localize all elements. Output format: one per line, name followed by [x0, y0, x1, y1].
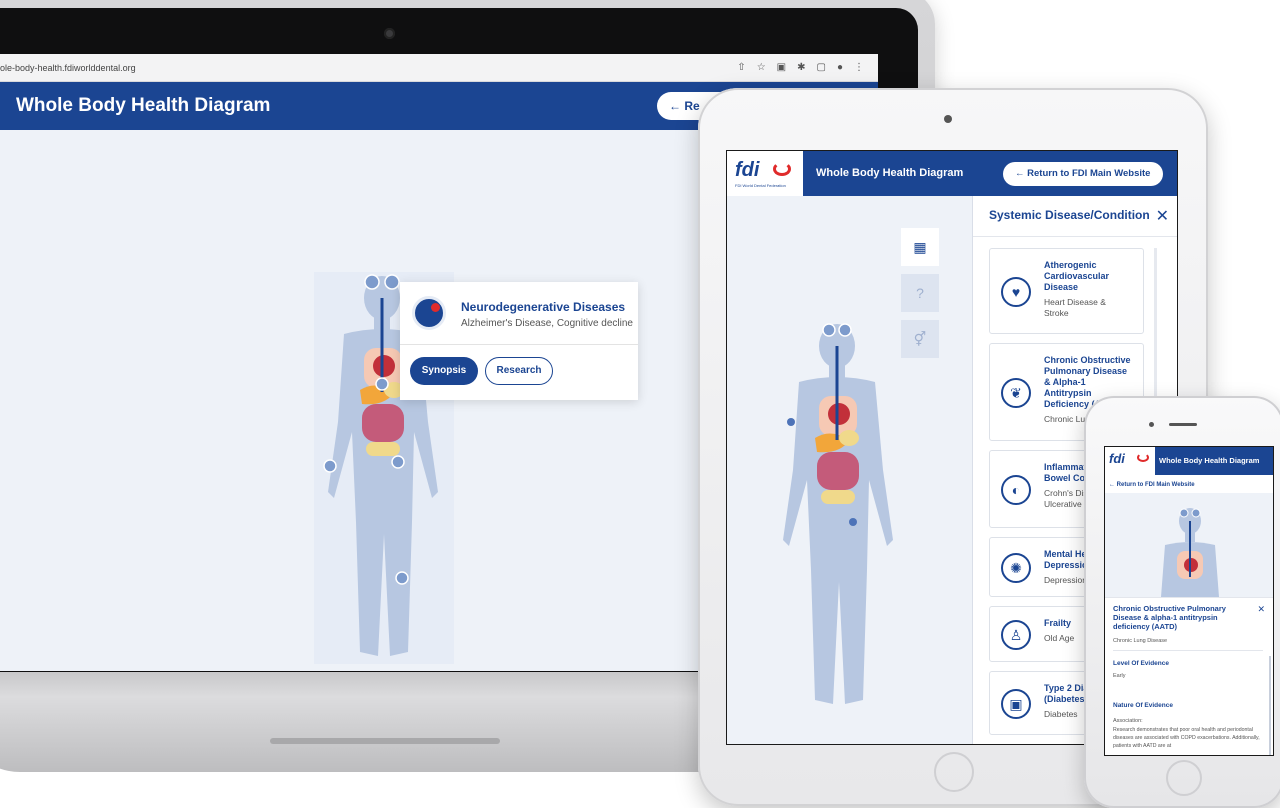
- close-icon[interactable]: ✕: [1257, 604, 1265, 615]
- logo-text: fdi: [735, 159, 760, 181]
- browser-address-bar[interactable]: ole-body-health.fdiworlddental.org ⇧ ☆ ▣…: [0, 54, 878, 82]
- logo-swoosh-icon: [773, 162, 791, 176]
- extension-icon[interactable]: ▣: [777, 62, 786, 73]
- logo-subtitle: FDI World Dental Federation: [735, 183, 786, 188]
- arm-marker[interactable]: [323, 459, 337, 473]
- elderly-icon: ♙: [1001, 620, 1031, 650]
- laptop-camera: [384, 28, 395, 39]
- phone-screen: fdi Whole Body Health Diagram ← Return t…: [1104, 446, 1274, 756]
- head-marker-right[interactable]: [1191, 508, 1201, 518]
- tablet-body-diagram[interactable]: [771, 316, 901, 745]
- more-menu-icon[interactable]: ⋮: [854, 62, 864, 73]
- stomach-icon: ◐: [1001, 475, 1031, 505]
- table-icon[interactable]: ▦: [901, 228, 939, 266]
- fdi-logo[interactable]: fdi FDI World Dental Federation: [727, 151, 803, 196]
- popup-subtitle: Alzheimer's Disease, Cognitive decline: [461, 318, 633, 329]
- leg-marker[interactable]: [395, 571, 409, 585]
- phone-camera: [1149, 422, 1154, 427]
- tablet-tool-rail: ▦ ? ⚥: [901, 228, 939, 366]
- bladder-organ[interactable]: [821, 490, 855, 504]
- condition-card[interactable]: ♥ Atherogenic Cardiovascular Disease Heart D…: [989, 248, 1144, 334]
- level-of-evidence-value: Early: [1113, 673, 1126, 679]
- return-to-main-link[interactable]: ← Return to FDI Main Website: [1109, 482, 1195, 488]
- help-icon[interactable]: ?: [901, 274, 939, 312]
- phone-page-title: Whole Body Health Diagram: [1159, 456, 1260, 465]
- popup-divider: [400, 344, 638, 345]
- nature-of-evidence-label: Association:: [1113, 718, 1143, 724]
- organ-marker[interactable]: [391, 455, 405, 469]
- puzzle-icon[interactable]: ✱: [797, 62, 805, 73]
- condition-card-subtitle: Heart Disease & Stroke: [1044, 297, 1106, 318]
- brain-icon: ✺: [1001, 553, 1031, 583]
- phone-speaker: [1169, 423, 1197, 426]
- sidebar-icon[interactable]: ▢: [817, 62, 826, 73]
- synopsis-button[interactable]: Synopsis: [410, 357, 478, 385]
- browser-toolbar: ⇧ ☆ ▣ ✱ ▢ ● ⋮: [737, 62, 864, 73]
- detail-scrollbar[interactable]: [1269, 656, 1271, 755]
- phone-body-diagram[interactable]: [1155, 507, 1225, 597]
- lungs-icon: ❦: [1001, 378, 1031, 408]
- tablet-camera: [944, 115, 952, 123]
- head-marker-left[interactable]: [822, 323, 836, 337]
- gender-icon[interactable]: ⚥: [901, 320, 939, 358]
- glucose-meter-icon: ▣: [1001, 689, 1031, 719]
- condition-card-title: Atherogenic Cardiovascular Disease: [1044, 260, 1110, 292]
- phone-detail-panel: Chronic Obstructive Pulmonary Disease & …: [1105, 597, 1273, 755]
- intestines-organ[interactable]: [817, 452, 859, 490]
- detail-title: Chronic Obstructive Pulmonary Disease & …: [1113, 604, 1226, 631]
- phone-home-button[interactable]: [1166, 760, 1202, 796]
- nature-of-evidence-heading: Nature Of Evidence: [1113, 702, 1173, 709]
- head-marker-left[interactable]: [1179, 508, 1189, 518]
- tablet-page-title: Whole Body Health Diagram: [816, 167, 964, 179]
- detail-subtitle: Chronic Lung Disease: [1113, 638, 1168, 644]
- bladder-organ[interactable]: [366, 442, 400, 456]
- organ-marker[interactable]: [375, 377, 389, 391]
- share-icon[interactable]: ⇧: [737, 62, 745, 73]
- nature-of-evidence-text: Research demonstrates that poor oral hea…: [1113, 727, 1260, 749]
- page-title: Whole Body Health Diagram: [16, 95, 271, 116]
- return-to-main-button[interactable]: ← Return to FDI Main Website: [1003, 162, 1163, 186]
- browser-url[interactable]: ole-body-health.fdiworlddental.org: [0, 63, 136, 73]
- heart-organ[interactable]: [373, 355, 395, 377]
- condition-popup: Neurodegenerative Diseases Alzheimer's D…: [400, 282, 638, 400]
- heart-icon: ♥: [1001, 277, 1031, 307]
- bookmark-star-icon[interactable]: ☆: [757, 62, 766, 73]
- head-marker-right[interactable]: [384, 274, 400, 290]
- intestines-organ[interactable]: [362, 404, 404, 442]
- logo-text: fdi: [1109, 451, 1125, 466]
- panel-divider: [973, 236, 1177, 237]
- leg-marker[interactable]: [849, 518, 857, 526]
- tablet-app-header: fdi FDI World Dental Federation Whole Bo…: [727, 151, 1177, 196]
- tablet-home-button[interactable]: [934, 752, 974, 792]
- research-button[interactable]: Research: [485, 357, 553, 385]
- laptop-hinge-notch: [270, 738, 500, 744]
- stomach-organ[interactable]: [839, 430, 859, 446]
- profile-icon[interactable]: ●: [837, 62, 843, 73]
- logo-swoosh-icon: [1137, 453, 1149, 462]
- arm-marker[interactable]: [787, 418, 795, 426]
- brain-head-icon: [412, 296, 446, 330]
- head-marker-left[interactable]: [364, 274, 380, 290]
- level-of-evidence-heading: Level Of Evidence: [1113, 660, 1169, 667]
- popup-title: Neurodegenerative Diseases: [461, 300, 626, 314]
- fdi-logo[interactable]: fdi: [1105, 447, 1155, 475]
- phone-app-header: fdi Whole Body Health Diagram: [1105, 447, 1273, 475]
- panel-title: Systemic Disease/Condition: [989, 208, 1150, 222]
- heart-organ[interactable]: [828, 403, 850, 425]
- detail-divider: [1113, 650, 1263, 651]
- head-marker-right[interactable]: [838, 323, 852, 337]
- phone-device: fdi Whole Body Health Diagram ← Return t…: [1084, 396, 1280, 808]
- close-icon[interactable]: ✕: [1156, 206, 1169, 226]
